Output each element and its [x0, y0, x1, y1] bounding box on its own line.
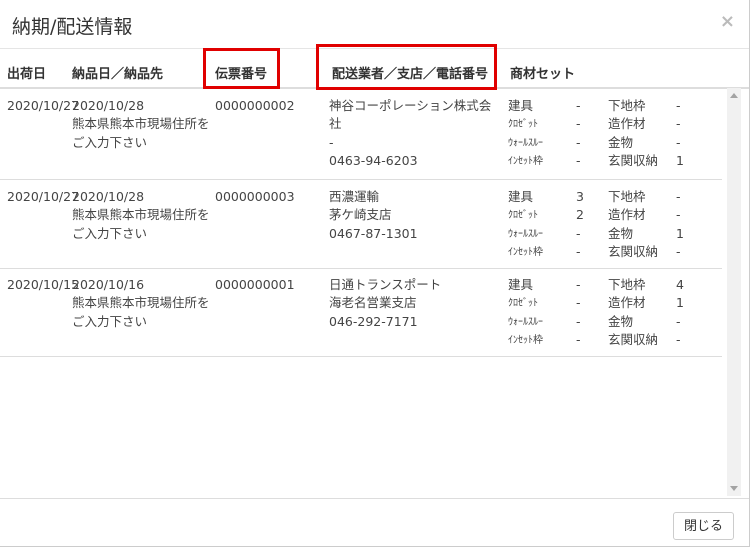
ship-date: 2020/10/27 — [7, 98, 80, 113]
ship-date: 2020/10/15 — [7, 277, 80, 292]
highlight-box-carrier — [316, 44, 497, 90]
delivery-info-modal: 納期/配送情報 × 出荷日 納品日／納品先 伝票番号 配送業者／支店／電話番号 … — [0, 0, 750, 547]
material-value: - — [576, 277, 581, 292]
material-value: - — [676, 207, 681, 222]
material-name: 下地枠 — [608, 189, 646, 204]
material-value: - — [676, 116, 681, 131]
close-button[interactable]: 閉じる — [673, 512, 734, 540]
delivery-address: 熊本県熊本市現場住所を — [72, 116, 210, 131]
table-row: 2020/10/27 2020/10/28 熊本県熊本市現場住所を ご入力下さい… — [0, 88, 722, 180]
material-name: 玄関収納 — [608, 244, 659, 259]
ship-date: 2020/10/27 — [7, 189, 80, 204]
material-name: ｸﾛｾﾞｯﾄ — [508, 298, 538, 309]
carrier-phone: 046-292-7171 — [329, 314, 418, 329]
carrier-branch: 海老名営業支店 — [329, 295, 417, 310]
carrier-name: 西濃運輸 — [329, 189, 380, 204]
material-name: ｲﾝｾｯﾄ枠 — [508, 156, 543, 167]
carrier-branch: - — [329, 135, 334, 150]
material-name: ｳｫｰﾙｽﾙｰ — [508, 317, 543, 328]
slip-number: 0000000003 — [215, 189, 295, 204]
delivery-address: ご入力下さい — [72, 226, 148, 241]
footer-divider — [0, 498, 749, 499]
material-value: 1 — [676, 153, 684, 168]
material-name: 造作材 — [608, 116, 646, 131]
material-name: 造作材 — [608, 295, 646, 310]
slip-number: 0000000002 — [215, 98, 295, 113]
material-name: 金物 — [608, 135, 634, 150]
material-value: - — [576, 295, 581, 310]
material-name: 金物 — [608, 314, 634, 329]
material-value: - — [676, 189, 681, 204]
table-row: 2020/10/27 2020/10/28 熊本県熊本市現場住所を ご入力下さい… — [0, 180, 722, 269]
material-value: - — [576, 153, 581, 168]
material-value: 1 — [676, 295, 684, 310]
material-value: 4 — [676, 277, 684, 292]
material-name: 玄関収納 — [608, 332, 659, 347]
material-name: 建具 — [508, 277, 534, 292]
material-name: 造作材 — [608, 207, 646, 222]
material-name: 下地枠 — [608, 98, 646, 113]
material-name: 建具 — [508, 98, 534, 113]
slip-number: 0000000001 — [215, 277, 295, 292]
material-name: ｳｫｰﾙｽﾙｰ — [508, 138, 543, 149]
material-name: ｳｫｰﾙｽﾙｰ — [508, 229, 543, 240]
material-name: 建具 — [508, 189, 534, 204]
header-delivery: 納品日／納品先 — [72, 67, 164, 82]
material-value: - — [576, 135, 581, 150]
material-value: - — [576, 244, 581, 259]
material-value: - — [676, 98, 681, 113]
material-name: 金物 — [608, 226, 634, 241]
material-value: - — [676, 135, 681, 150]
carrier-name: 神谷コーポレーション株式会 — [329, 98, 492, 113]
scroll-up-arrow-icon[interactable] — [730, 93, 738, 98]
highlight-box-slip-no — [203, 48, 280, 89]
close-icon[interactable]: × — [720, 11, 735, 32]
material-name: ｲﾝｾｯﾄ枠 — [508, 335, 543, 346]
material-value: - — [676, 332, 681, 347]
material-value: 2 — [576, 207, 584, 222]
delivery-address: 熊本県熊本市現場住所を — [72, 295, 210, 310]
material-value: - — [576, 314, 581, 329]
material-value: 3 — [576, 189, 584, 204]
header-material-set: 商材セット — [510, 67, 576, 82]
carrier-phone: 0463-94-6203 — [329, 153, 418, 168]
material-value: - — [676, 314, 681, 329]
modal-title: 納期/配送情報 — [12, 16, 133, 38]
table-body[interactable]: 2020/10/27 2020/10/28 熊本県熊本市現場住所を ご入力下さい… — [0, 88, 728, 498]
delivery-date: 2020/10/16 — [72, 277, 145, 292]
delivery-address: 熊本県熊本市現場住所を — [72, 207, 210, 222]
carrier-name: 社 — [329, 116, 342, 131]
material-name: ｸﾛｾﾞｯﾄ — [508, 210, 538, 221]
delivery-date: 2020/10/28 — [72, 98, 145, 113]
modal-header: 納期/配送情報 × — [0, 0, 749, 49]
material-name: ｲﾝｾｯﾄ枠 — [508, 247, 543, 258]
vertical-scrollbar[interactable] — [727, 88, 741, 496]
material-value: - — [576, 98, 581, 113]
material-name: 下地枠 — [608, 277, 646, 292]
carrier-branch: 茅ケ崎支店 — [329, 207, 392, 222]
carrier-name: 日通トランスポート — [329, 277, 442, 292]
delivery-address: ご入力下さい — [72, 135, 148, 150]
material-value: 1 — [676, 226, 684, 241]
material-name: 玄関収納 — [608, 153, 659, 168]
header-ship-date: 出荷日 — [7, 67, 47, 82]
carrier-phone: 0467-87-1301 — [329, 226, 418, 241]
table-row: 2020/10/15 2020/10/16 熊本県熊本市現場住所を ご入力下さい… — [0, 269, 722, 357]
material-value: - — [676, 244, 681, 259]
material-value: - — [576, 116, 581, 131]
material-name: ｸﾛｾﾞｯﾄ — [508, 119, 538, 130]
delivery-address: ご入力下さい — [72, 314, 148, 329]
scroll-down-arrow-icon[interactable] — [730, 486, 738, 491]
material-value: - — [576, 332, 581, 347]
material-value: - — [576, 226, 581, 241]
delivery-date: 2020/10/28 — [72, 189, 145, 204]
